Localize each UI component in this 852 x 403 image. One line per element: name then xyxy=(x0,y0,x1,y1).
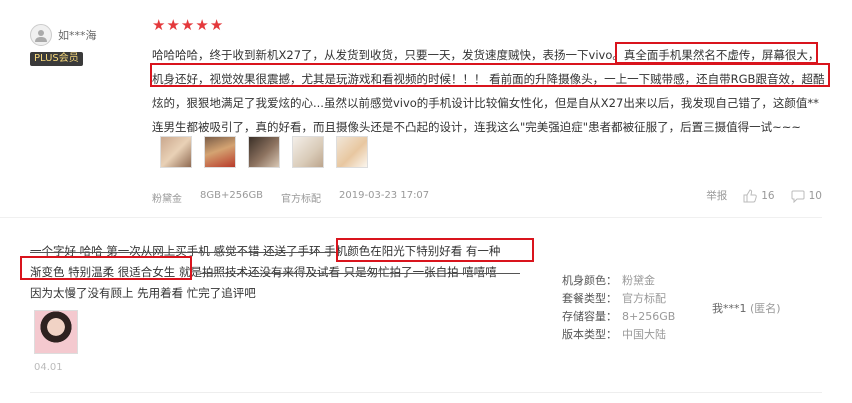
review-photo-thumbnail[interactable] xyxy=(248,136,280,168)
product-package: 官方标配 xyxy=(281,194,322,205)
spec-label: 套餐类型： xyxy=(562,292,617,305)
review-photos xyxy=(160,136,368,168)
review-divider xyxy=(30,392,822,393)
like-button[interactable]: 16 xyxy=(743,188,775,203)
thumbs-up-icon xyxy=(743,188,758,202)
review-actions: 举报 16 10 xyxy=(690,188,822,203)
review-photo-thumbnail[interactable] xyxy=(292,136,324,168)
product-color: 粉黛金 xyxy=(152,194,182,205)
spec-value: 8+256GB xyxy=(622,310,676,323)
strikethrough-line xyxy=(30,252,340,253)
spec-label: 机身颜色： xyxy=(562,274,617,287)
star-icon: ★ xyxy=(195,16,209,34)
spec-row: 存储容量： 8+256GB xyxy=(562,308,675,326)
spec-row: 版本类型： 中国大陆 xyxy=(562,326,675,344)
star-icon: ★ xyxy=(209,16,224,34)
anonymous-label: (匿名) xyxy=(750,302,781,315)
star-icon: ★ xyxy=(152,16,166,34)
strikethrough-line xyxy=(200,273,520,274)
spec-label: 版本类型： xyxy=(562,328,617,341)
star-icon: ★ xyxy=(180,16,195,34)
product-specs: 机身颜色： 粉黛金 套餐类型： 官方标配 存储容量： 8+256GB 版本类型：… xyxy=(562,272,675,344)
review-photo-thumbnail[interactable] xyxy=(336,136,368,168)
review-meta: 粉黛金 8GB+256GB 官方标配 2019-03-23 17:07 xyxy=(152,190,447,205)
review-date: 04.01 xyxy=(34,362,63,373)
spec-value: 官方标配 xyxy=(622,292,666,305)
review-photo-thumbnail[interactable] xyxy=(34,310,78,354)
review-line: 因为太慢了没有顾上 先用着看 忙完了追评吧 xyxy=(30,286,256,300)
product-storage: 8GB+256GB xyxy=(200,190,264,201)
spec-row: 套餐类型： 官方标配 xyxy=(562,290,675,308)
review-line: 哈哈哈哈，终于收到新机X27了，从发货到收货，只要一天，发货速度贼快，表扬一下v… xyxy=(152,48,820,62)
star-icon: ★ xyxy=(166,16,180,34)
review-divider xyxy=(0,217,822,218)
report-link[interactable]: 举报 xyxy=(706,188,727,203)
like-count: 16 xyxy=(761,189,775,202)
spec-row: 机身颜色： 粉黛金 xyxy=(562,272,675,290)
reviewer-info: 我***1 (匿名) xyxy=(712,300,781,316)
review-line: 炫的，狠狠地满足了我爱炫的心...虽然以前感觉vivo的手机设计比较偏女性化，但… xyxy=(152,96,819,110)
plus-member-badge: PLUS会员 xyxy=(30,52,83,66)
review-photo-thumbnail[interactable] xyxy=(204,136,236,168)
reviewer-username: 如***海 xyxy=(58,29,97,42)
review-text: 哈哈哈哈，终于收到新机X27了，从发货到收货，只要一天，发货速度贼快，表扬一下v… xyxy=(152,43,830,139)
comment-count: 10 xyxy=(808,189,822,202)
star-rating: ★ ★ ★ ★ ★ xyxy=(152,18,223,33)
spec-value: 粉黛金 xyxy=(622,274,655,287)
comment-button[interactable]: 10 xyxy=(791,189,822,203)
reviewer-username: 我***1 xyxy=(712,302,747,315)
review-datetime: 2019-03-23 17:07 xyxy=(339,190,430,201)
comment-bubble-icon xyxy=(791,190,805,203)
spec-label: 存储容量： xyxy=(562,310,617,323)
review-line: 机身还好，视觉效果很震撼，尤其是玩游戏和看视频的时候！！！ 看前面的升降摄像头，… xyxy=(152,72,825,86)
avatar-icon xyxy=(30,24,52,46)
review-photo-thumbnail[interactable] xyxy=(160,136,192,168)
spec-value: 中国大陆 xyxy=(622,328,666,341)
